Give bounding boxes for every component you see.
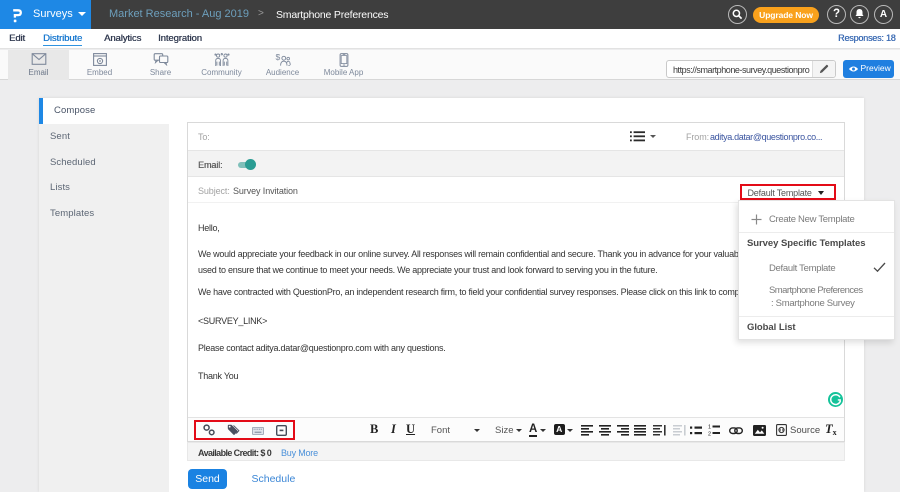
svg-text:1: 1 <box>708 425 711 431</box>
svg-text:2: 2 <box>708 432 711 438</box>
svg-text:$: $ <box>275 53 280 62</box>
